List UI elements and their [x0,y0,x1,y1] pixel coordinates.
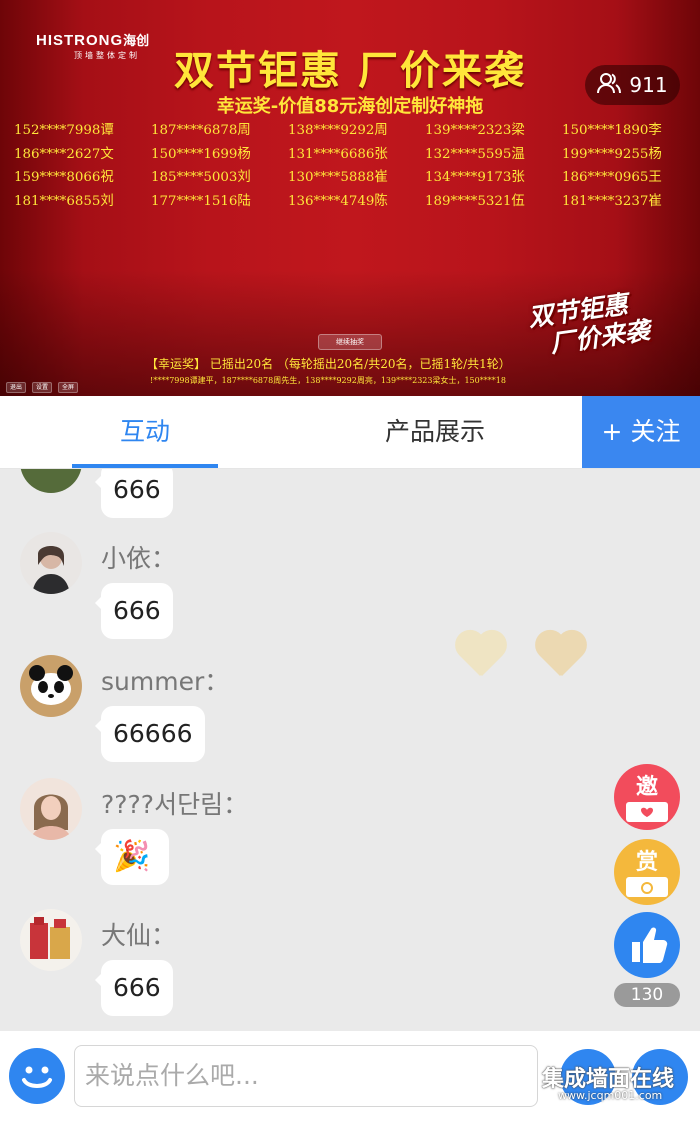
comment-bar: 来说点什么吧... 集成墙面在线 www.jcqm001.com [0,1031,700,1124]
envelope-icon [626,802,668,822]
viewer-count: 911 [629,73,668,97]
comment-input[interactable]: 来说点什么吧... [74,1045,538,1107]
winner-entry: 136****4749陈 [288,193,388,209]
chat-bubble: 66666 [95,706,205,762]
tab-products[interactable]: 产品展示 [360,396,510,468]
winner-entry: 189****5321伍 [425,193,525,209]
winner-entry: 150****1890李 [562,123,662,138]
avatar[interactable] [20,469,82,493]
heart-icon [532,632,590,676]
winner-entry: 139****2323梁 [425,123,525,138]
live-video-player[interactable]: HISTRONG海创 顶墙整体定制 双节钜惠 厂价来袭 幸运奖-价值88元海创定… [0,0,700,396]
winner-entry: 186****2627文 [14,146,114,162]
winner-entry: 181****6855刘 [14,193,114,209]
winner-entry: 185****5003刘 [151,170,251,185]
winner-entry: 181****3237崔 [562,193,662,209]
smiley-icon [22,1066,52,1088]
exit-control[interactable]: 退出 [6,382,27,393]
chat-bubble: 666 [95,583,173,639]
winner-entry: 138****9292周 [288,123,388,138]
site-watermark: 集成墙面在线 www.jcqm001.com [492,1059,692,1114]
winner-entry: 187****6878周 [151,123,251,138]
invite-button[interactable]: 邀 [614,764,680,830]
chat-bubble: 🎉 [95,829,169,885]
winner-entry: 131****6686张 [288,146,388,162]
winner-entry: 132****5595温 [425,146,525,162]
winner-entry: 186****0965王 [562,170,662,185]
viewer-count-badge: 911 [585,65,680,105]
winner-entry: 177****1516陆 [151,193,251,209]
winner-entry: 199****9255杨 [562,146,662,162]
draw-status-text: 【幸运奖】 已摇出20名 （每轮摇出20名/共20名，已摇1轮/共1轮） [146,357,511,371]
tab-interact[interactable]: 互动 [72,396,218,468]
player-controls: 退出 设置 全屏 [6,382,79,393]
floating-hearts [452,632,590,676]
heart-icon [452,632,510,676]
chat-bubble: 666 [95,469,173,518]
active-tab-indicator [72,464,218,468]
chat-username: 小依： [101,544,177,573]
tab-bar: 互动 产品展示 + 关注 [0,396,700,469]
viewers-icon [597,72,622,99]
gift-icon [626,877,668,897]
reward-button[interactable]: 赏 [614,839,680,905]
chat-list[interactable]: 666 小依： 666 summer： 66666 ????서단림： 🎉 大仙：… [0,469,700,1031]
continue-draw-button[interactable]: 继续抽奖 [318,334,382,350]
chat-username: 大仙： [101,921,177,950]
chat-bubble: 666 [95,960,173,1016]
winner-entry: 134****9173张 [425,170,525,185]
winner-entry: 150****1699杨 [151,146,251,162]
party-popper-sticker: 🎉 [113,839,151,874]
like-button[interactable] [614,912,680,978]
watermark-logo-icon [492,1061,536,1105]
chat-username: summer： [101,667,230,696]
avatar[interactable] [20,655,82,717]
winner-entry: 130****5888崔 [288,170,388,185]
brand-logo: HISTRONG海创 顶墙整体定制 [36,32,150,60]
follow-button[interactable]: + 关注 [582,396,700,468]
winner-list: 152****7998谭 187****6878周 138****9292周 139*… [14,120,694,213]
avatar[interactable] [20,532,82,594]
like-count: 130 [614,983,680,1007]
winner-ticker: !****7998谭建平，187****6878周先生，138****9292周… [150,376,506,385]
banner-headline: 双节钜惠 厂价来袭 [174,48,526,94]
fullscreen-control[interactable]: 全屏 [58,382,79,393]
winner-entry: 152****7998谭 [14,123,114,138]
avatar[interactable] [20,778,82,840]
winner-entry: 159****8066祝 [14,170,114,185]
banner-subheadline: 幸运奖-价值88元海创定制好神拖 [216,96,484,117]
emoji-button[interactable] [9,1048,65,1104]
chat-username: ????서단림： [101,790,249,819]
settings-control[interactable]: 设置 [32,382,53,393]
avatar[interactable] [20,909,82,971]
thumbs-up-icon [632,927,668,963]
